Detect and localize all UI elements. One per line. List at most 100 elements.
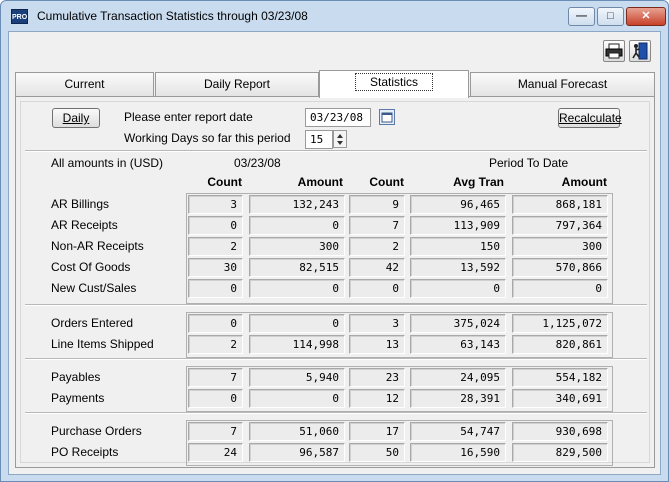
avg-tran-cell: 96,465: [410, 195, 506, 214]
tab-manual-forecast[interactable]: Manual Forecast: [470, 72, 655, 96]
ptd-count-cell: 42: [349, 258, 405, 277]
exit-door-icon: [632, 42, 648, 60]
tab-statistics-label: Statistics: [354, 73, 433, 91]
amount-cell: 96,587: [249, 443, 345, 462]
avg-tran-cell: 113,909: [410, 216, 506, 235]
row-label: PO Receipts: [51, 445, 119, 459]
ptd-count-cell: 50: [349, 443, 405, 462]
ptd-amount-cell: 300: [512, 237, 608, 256]
count-cell: 2: [188, 335, 243, 354]
row-label: AR Billings: [51, 197, 110, 211]
avg-tran-cell: 54,747: [410, 422, 506, 441]
avg-tran-header: Avg Tran: [453, 175, 504, 189]
exit-button[interactable]: [629, 40, 651, 62]
ptd-count-cell: 3: [349, 314, 405, 333]
row-label: Payments: [51, 391, 105, 405]
count-cell: 7: [188, 368, 243, 387]
period-to-date-header: Period To Date: [489, 156, 569, 170]
spin-down-icon[interactable]: [337, 141, 343, 145]
row-label: Cost Of Goods: [51, 260, 131, 274]
ptd-count-cell: 9: [349, 195, 405, 214]
tab-daily-report[interactable]: Daily Report: [155, 72, 319, 96]
row-label: Purchase Orders: [51, 424, 142, 438]
window-title: Cumulative Transaction Statistics throug…: [37, 9, 308, 23]
tab-daily-report-label: Daily Report: [203, 77, 271, 91]
count-cell: 0: [188, 314, 243, 333]
spin-up-icon[interactable]: [337, 134, 343, 138]
avg-tran-cell: 16,590: [410, 443, 506, 462]
report-date-input[interactable]: 03/23/08: [305, 108, 371, 127]
ptd-amount-header: Amount: [561, 175, 607, 189]
minimize-button[interactable]: —: [568, 7, 595, 26]
maximize-button[interactable]: □: [597, 7, 624, 26]
close-button[interactable]: ✕: [626, 7, 666, 26]
ptd-amount-cell: 0: [512, 279, 608, 298]
ptd-count-cell: 7: [349, 216, 405, 235]
ptd-amount-cell: 829,500: [512, 443, 608, 462]
avg-tran-cell: 150: [410, 237, 506, 256]
calendar-icon: [381, 112, 393, 123]
row-label: New Cust/Sales: [51, 281, 137, 295]
row-label: AR Receipts: [51, 218, 118, 232]
printer-icon: [605, 43, 623, 59]
ptd-amount-cell: 930,698: [512, 422, 608, 441]
amount-cell: 82,515: [249, 258, 345, 277]
divider: [25, 304, 647, 306]
row-label: Non-AR Receipts: [51, 239, 144, 253]
app-icon: PRO: [11, 9, 28, 24]
ptd-count-cell: 12: [349, 389, 405, 408]
ptd-count-cell: 13: [349, 335, 405, 354]
tab-current[interactable]: Current: [15, 72, 154, 96]
count-cell: 30: [188, 258, 243, 277]
statistics-panel: Daily Please enter report date 03/23/08 …: [15, 96, 655, 468]
amount-cell: 0: [249, 216, 345, 235]
count-cell: 0: [188, 389, 243, 408]
tab-manual-forecast-label: Manual Forecast: [517, 77, 608, 91]
ptd-amount-cell: 868,181: [512, 195, 608, 214]
ptd-count-cell: 17: [349, 422, 405, 441]
print-button[interactable]: [603, 40, 625, 62]
amount-header: Amount: [297, 175, 343, 189]
tab-current-label: Current: [64, 77, 105, 91]
ptd-count-cell: 0: [349, 279, 405, 298]
ptd-count-header: Count: [369, 175, 404, 189]
row-label: Payables: [51, 370, 101, 384]
count-cell: 7: [188, 422, 243, 441]
ptd-amount-cell: 797,364: [512, 216, 608, 235]
statistics-panel-inner: Daily Please enter report date 03/23/08 …: [20, 101, 650, 466]
ptd-amount-cell: 570,866: [512, 258, 608, 277]
avg-tran-cell: 28,391: [410, 389, 506, 408]
working-days-spinner[interactable]: [333, 130, 347, 148]
ptd-count-cell: 2: [349, 237, 405, 256]
amount-cell: 114,998: [249, 335, 345, 354]
avg-tran-cell: 24,095: [410, 368, 506, 387]
date-header: 03/23/08: [234, 156, 281, 170]
title-bar[interactable]: PRO Cumulative Transaction Statistics th…: [1, 1, 668, 31]
ptd-amount-cell: 554,182: [512, 368, 608, 387]
avg-tran-cell: 13,592: [410, 258, 506, 277]
currency-label: All amounts in (USD): [51, 156, 164, 170]
count-cell: 0: [188, 216, 243, 235]
avg-tran-cell: 375,024: [410, 314, 506, 333]
divider: [25, 412, 647, 414]
amount-cell: 5,940: [249, 368, 345, 387]
amount-cell: 132,243: [249, 195, 345, 214]
amount-cell: 0: [249, 279, 345, 298]
count-cell: 2: [188, 237, 243, 256]
divider: [25, 150, 647, 152]
calendar-button[interactable]: [379, 109, 395, 125]
count-cell: 0: [188, 279, 243, 298]
report-date-label: Please enter report date: [124, 110, 253, 124]
working-days-input[interactable]: 15: [305, 130, 333, 149]
recalculate-button[interactable]: Recalculate: [558, 108, 622, 128]
count-cell: 24: [188, 443, 243, 462]
amount-cell: 0: [249, 389, 345, 408]
avg-tran-cell: 0: [410, 279, 506, 298]
daily-button[interactable]: Daily: [52, 108, 100, 128]
ptd-amount-cell: 340,691: [512, 389, 608, 408]
amount-cell: 51,060: [249, 422, 345, 441]
amount-cell: 0: [249, 314, 345, 333]
ptd-count-cell: 23: [349, 368, 405, 387]
ptd-amount-cell: 1,125,072: [512, 314, 608, 333]
tab-statistics[interactable]: Statistics: [319, 70, 469, 98]
